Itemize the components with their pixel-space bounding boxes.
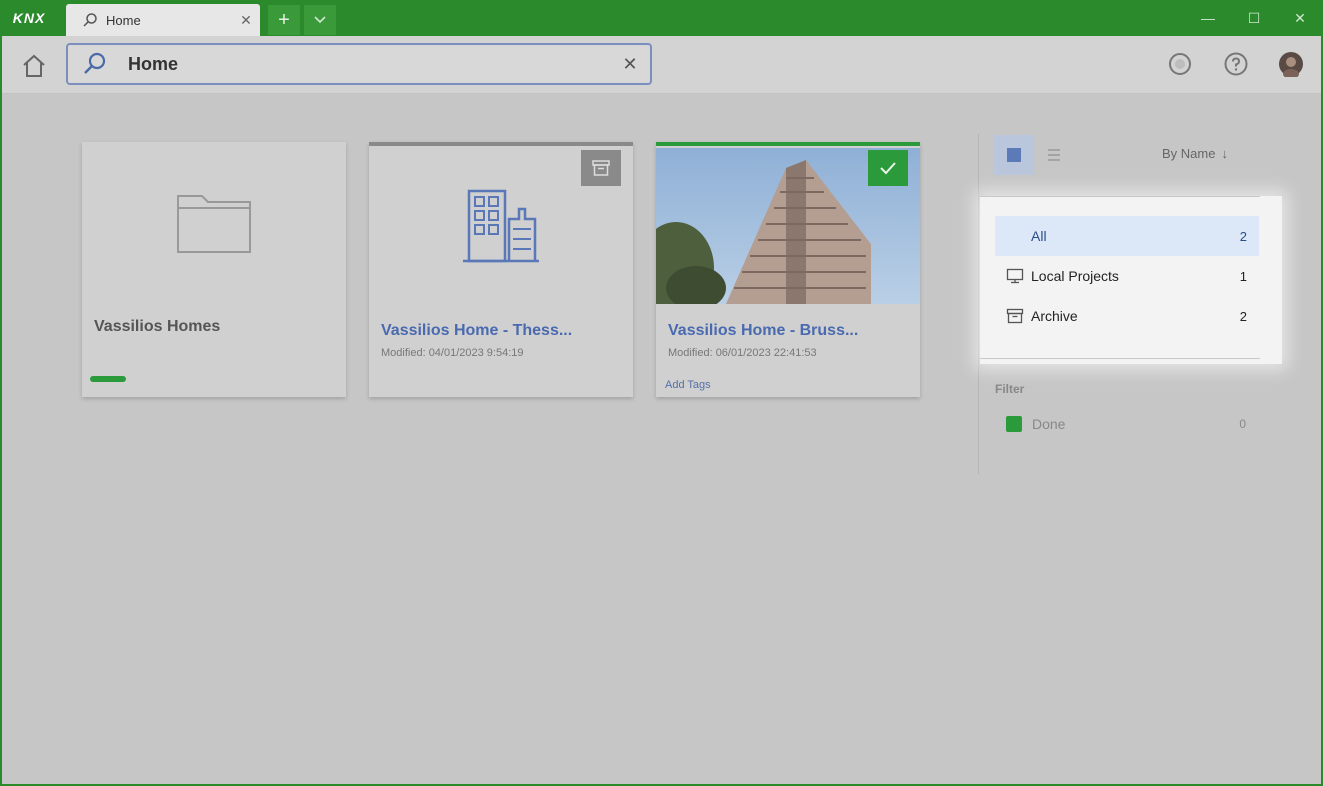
minimize-button[interactable]: — xyxy=(1185,0,1231,36)
category-panel: All 2 Local Projects 1 Archive 2 xyxy=(980,196,1282,364)
nav-item-archive[interactable]: Archive 2 xyxy=(995,296,1259,336)
sort-label: By Name xyxy=(1162,146,1216,161)
filter-heading: Filter xyxy=(995,382,1025,396)
maximize-button[interactable]: ☐ xyxy=(1231,0,1277,36)
grid-view-button[interactable] xyxy=(994,135,1034,175)
card-modified: Modified: 06/01/2023 22:41:53 xyxy=(668,347,817,359)
archive-icon xyxy=(592,160,610,176)
filter-item-count: 0 xyxy=(1239,417,1246,431)
gear-icon xyxy=(1169,53,1191,75)
help-button[interactable] xyxy=(1223,51,1249,77)
nav-item-all[interactable]: All 2 xyxy=(995,216,1259,256)
home-icon xyxy=(23,54,45,77)
help-icon xyxy=(1224,52,1248,76)
tab-home[interactable]: Home ✕ xyxy=(66,4,260,36)
card-thumbnail xyxy=(82,142,346,302)
monitor-icon xyxy=(1005,266,1025,286)
new-tab-button[interactable]: + xyxy=(268,5,300,35)
filter-item-label: Done xyxy=(1032,416,1066,432)
divider xyxy=(980,196,1260,197)
status-color-swatch xyxy=(1006,416,1022,432)
search-icon xyxy=(82,51,108,77)
sidebar-divider xyxy=(978,134,979,474)
app-window: KNX Home ✕ + — ☐ ✕ Home ✕ Vassilios Home… xyxy=(0,0,1323,786)
filter-item-done[interactable]: Done 0 xyxy=(1006,414,1246,434)
nav-item-label: Local Projects xyxy=(1031,268,1119,284)
nav-item-local-projects[interactable]: Local Projects 1 xyxy=(995,256,1259,296)
divider xyxy=(980,358,1260,359)
search-icon xyxy=(82,12,98,28)
title-bar: KNX Home ✕ + — ☐ ✕ xyxy=(0,0,1323,36)
grid-view-icon xyxy=(1007,148,1021,162)
card-modified: Modified: 04/01/2023 9:54:19 xyxy=(381,347,524,359)
nav-item-count: 2 xyxy=(1239,308,1247,324)
check-icon xyxy=(880,162,896,175)
project-card[interactable]: Vassilios Homes xyxy=(82,142,346,397)
main-area: Vassilios Homes Vassilios Home - Thess..… xyxy=(2,94,1321,784)
archive-badge xyxy=(581,150,621,186)
list-view-button[interactable] xyxy=(1034,135,1074,175)
close-window-button[interactable]: ✕ xyxy=(1277,0,1323,36)
project-card[interactable]: Vassilios Home - Bruss... Modified: 06/0… xyxy=(656,142,920,397)
toolbar: Home ✕ xyxy=(2,36,1321,94)
card-title: Vassilios Homes xyxy=(94,318,221,335)
card-title: Vassilios Home - Bruss... xyxy=(668,322,859,339)
sort-arrow-icon: ↓ xyxy=(1221,146,1228,161)
clear-search-button[interactable]: ✕ xyxy=(610,54,650,75)
building-icon xyxy=(463,189,539,263)
card-title: Vassilios Home - Thess... xyxy=(381,322,573,339)
sort-dropdown[interactable]: By Name ↓ xyxy=(1162,146,1228,161)
tab-menu-button[interactable] xyxy=(304,5,336,35)
avatar-icon xyxy=(1279,52,1303,79)
project-card[interactable]: Vassilios Home - Thess... Modified: 04/0… xyxy=(369,142,633,397)
list-view-icon xyxy=(1048,149,1060,161)
add-tags-link[interactable]: Add Tags xyxy=(665,379,711,391)
search-box[interactable]: Home ✕ xyxy=(66,43,652,85)
folder-icon xyxy=(177,195,251,253)
home-button[interactable] xyxy=(20,52,48,80)
done-badge xyxy=(868,150,908,186)
archive-box-icon xyxy=(1005,306,1025,326)
chevron-down-icon xyxy=(314,16,326,24)
settings-button[interactable] xyxy=(1167,51,1193,77)
nav-item-count: 1 xyxy=(1239,268,1247,284)
user-avatar[interactable] xyxy=(1278,51,1304,79)
nav-item-count: 2 xyxy=(1239,228,1247,244)
tab-label: Home xyxy=(106,12,141,28)
search-input[interactable]: Home xyxy=(128,54,610,75)
tab-close-button[interactable]: ✕ xyxy=(232,12,260,29)
knx-logo: KNX xyxy=(12,10,46,26)
nav-item-label: Archive xyxy=(1031,308,1078,324)
nav-item-label: All xyxy=(1031,228,1047,244)
progress-bar xyxy=(90,376,126,382)
